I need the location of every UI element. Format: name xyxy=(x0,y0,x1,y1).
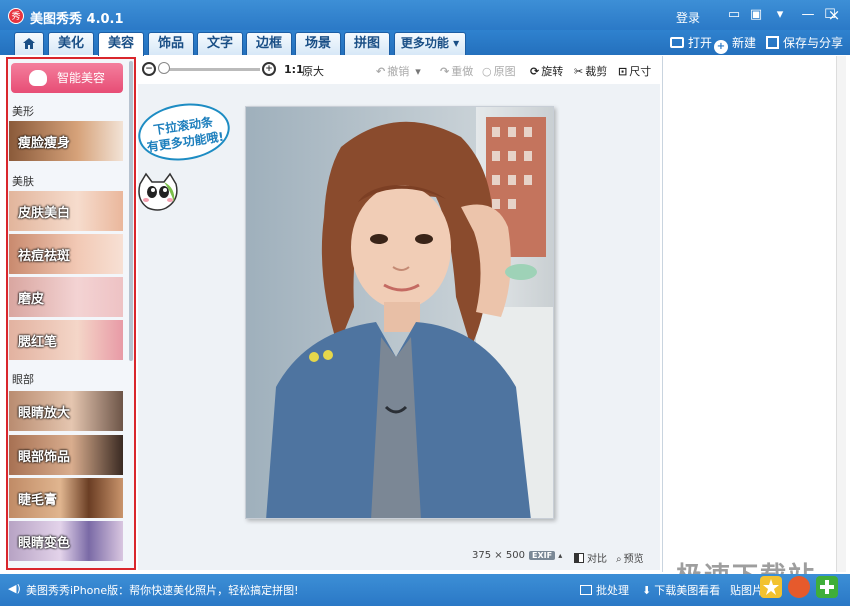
preview-icon: ⌕ xyxy=(616,554,622,565)
tab-beautify[interactable]: 美化 xyxy=(48,32,94,55)
app-title: 美图秀秀 4.0.1 xyxy=(30,12,124,27)
compare-icon xyxy=(574,553,584,563)
feature-eye-enlarge[interactable]: 眼睛放大 xyxy=(9,391,123,431)
ratio-label[interactable]: 1:1 xyxy=(284,63,304,76)
original-size-button[interactable]: 原大 xyxy=(302,63,324,79)
plus-app-icon[interactable] xyxy=(816,576,838,598)
chat-icon[interactable]: ▭ xyxy=(726,7,742,23)
edit-toolbar: − + 1:1 原大 ↶ 撤销 ▾ ↷ 重做 ○ 原图 ⟳ 旋转 ✂ 裁剪 ⊡ 尺寸 xyxy=(138,56,660,84)
mascot-icon xyxy=(138,172,178,211)
panel-scrollbar[interactable] xyxy=(129,61,133,361)
rotate-icon: ⟳ xyxy=(530,65,540,78)
smart-beauty-icon xyxy=(29,70,47,86)
tab-scene[interactable]: 场景 xyxy=(295,32,341,55)
zoom-slider-track[interactable] xyxy=(160,68,260,71)
zoom-out-icon[interactable]: − xyxy=(142,62,156,76)
right-blank-area xyxy=(662,56,844,572)
section-label-eyes: 眼部 xyxy=(12,373,34,386)
batch-icon xyxy=(580,585,592,595)
speaker-icon: ◀) xyxy=(8,582,21,595)
title-bar: 秀 美图秀秀 4.0.1 登录 ▭ ▣ ▾ — ☐ × xyxy=(0,0,850,32)
compare-button[interactable]: 对比 xyxy=(574,550,607,565)
zoom-slider-handle[interactable] xyxy=(158,62,170,74)
close-icon[interactable]: × xyxy=(826,7,842,23)
download-icon: ⬇ xyxy=(642,584,652,597)
tab-more[interactable]: 更多功能 ▾ xyxy=(394,32,466,55)
feature-mascara[interactable]: 睫毛膏 xyxy=(9,478,123,518)
rotate-button[interactable]: ⟳ 旋转 xyxy=(530,63,563,79)
home-icon xyxy=(23,38,35,49)
undo-icon: ↶ xyxy=(376,65,386,78)
redo-icon: ↷ xyxy=(440,65,450,78)
skin-icon[interactable]: ▣ xyxy=(748,7,764,23)
preview-button[interactable]: ⌕ 预览 xyxy=(616,550,644,565)
tab-bar: 美化 美容 饰品 文字 边框 场景 拼图 更多功能 ▾ 打开 + 新建 保存与分享 xyxy=(0,30,850,56)
feature-skin-smoothing[interactable]: 磨皮 xyxy=(9,277,123,317)
portrait-photo xyxy=(246,107,553,518)
original-image-icon: ○ xyxy=(482,65,492,78)
folder-icon xyxy=(670,37,684,48)
feature-skin-whitening[interactable]: 皮肤美白 xyxy=(9,191,123,231)
tab-text[interactable]: 文字 xyxy=(197,32,243,55)
feature-eye-color[interactable]: 眼睛变色 xyxy=(9,521,123,561)
feature-blush-brush[interactable]: 腮红笔 xyxy=(9,320,123,360)
undo-button[interactable]: ↶ 撤销 ▾ xyxy=(376,63,421,79)
zoom-in-icon[interactable]: + xyxy=(262,62,276,76)
sticker-link[interactable]: 贴图片 xyxy=(730,582,763,598)
minimize-icon[interactable]: — xyxy=(800,7,816,23)
status-message[interactable]: 美图秀秀iPhone版：帮你快速美化照片，轻松搞定拼图! xyxy=(26,582,299,598)
editing-canvas[interactable]: 375 × 500 EXIF ▴ 对比 ⌕ 预览 xyxy=(138,84,660,570)
feature-acne-removal[interactable]: 祛痘祛斑 xyxy=(9,234,123,274)
image-size-readout: 375 × 500 xyxy=(472,550,525,561)
exif-dropdown-icon: ▴ xyxy=(558,551,563,560)
section-label-shape: 美形 xyxy=(12,105,34,118)
status-bar: ◀) 美图秀秀iPhone版：帮你快速美化照片，轻松搞定拼图! 批处理 ⬇ 下载美… xyxy=(0,574,850,606)
download-viewer-link[interactable]: ⬇ 下载美图看看 xyxy=(642,582,720,598)
original-image-button[interactable]: ○ 原图 xyxy=(482,63,516,79)
scissors-icon: ✂ xyxy=(574,65,584,78)
app-logo-icon: 秀 xyxy=(8,8,24,24)
undo-dropdown-icon[interactable]: ▾ xyxy=(415,65,421,78)
new-button[interactable]: + 新建 xyxy=(714,34,756,54)
batch-process-button[interactable]: 批处理 xyxy=(580,582,629,598)
save-share-button[interactable]: 保存与分享 xyxy=(766,34,843,51)
resize-icon: ⊡ xyxy=(618,65,628,78)
edited-photo[interactable] xyxy=(245,106,554,519)
exif-badge[interactable]: EXIF ▴ xyxy=(529,550,562,561)
tab-accessories[interactable]: 饰品 xyxy=(148,32,194,55)
smart-beauty-button[interactable]: 智能美容 xyxy=(11,63,123,93)
redo-button[interactable]: ↷ 重做 xyxy=(440,63,473,79)
menu-icon[interactable]: ▾ xyxy=(772,7,788,23)
plus-icon: + xyxy=(714,40,728,54)
section-label-skin: 美肤 xyxy=(12,175,34,188)
window-vertical-scrollbar[interactable] xyxy=(836,56,846,572)
open-button[interactable]: 打开 xyxy=(670,34,712,51)
feature-slim-face[interactable]: 瘦脸瘦身 xyxy=(9,121,123,161)
crop-button[interactable]: ✂ 裁剪 xyxy=(574,63,607,79)
resize-button[interactable]: ⊡ 尺寸 xyxy=(618,63,651,79)
weibo-icon[interactable] xyxy=(788,576,810,598)
feature-eye-accessories[interactable]: 眼部饰品 xyxy=(9,435,123,475)
tab-collage[interactable]: 拼图 xyxy=(344,32,390,55)
tab-home[interactable] xyxy=(14,32,44,55)
tab-frame[interactable]: 边框 xyxy=(246,32,292,55)
save-icon xyxy=(766,36,779,49)
star-icon[interactable] xyxy=(760,576,782,598)
beauty-feature-panel[interactable]: 智能美容 美形 瘦脸瘦身 美肤 皮肤美白 祛痘祛斑 磨皮 腮红笔 眼部 眼睛放大… xyxy=(6,57,136,570)
tab-beauty[interactable]: 美容 xyxy=(98,32,144,56)
login-link[interactable]: 登录 xyxy=(676,9,700,26)
